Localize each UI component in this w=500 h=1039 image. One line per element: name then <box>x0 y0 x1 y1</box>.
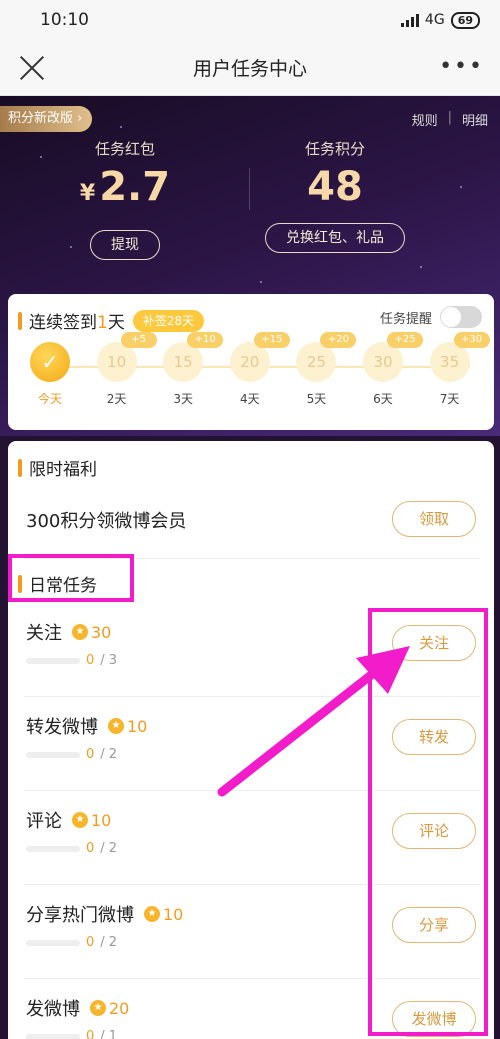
annotation-arrow <box>217 646 410 797</box>
